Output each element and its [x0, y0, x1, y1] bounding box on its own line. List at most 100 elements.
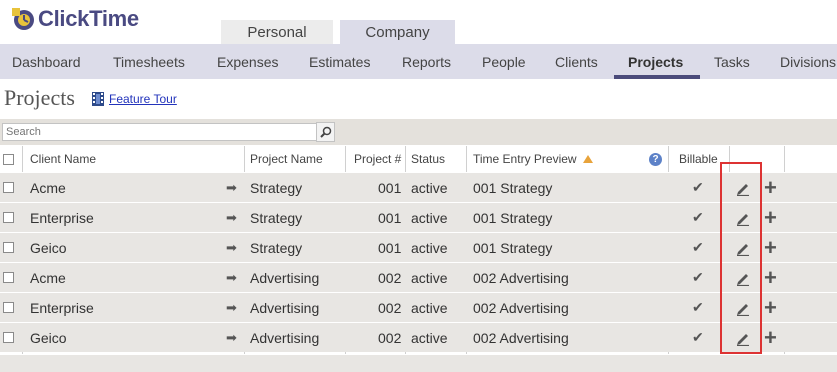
page-title: Projects — [4, 85, 75, 110]
project-number: 001 — [378, 179, 402, 196]
edit-button[interactable] — [735, 263, 751, 292]
table-header: Client Name Project Name Project # Statu… — [0, 146, 837, 172]
checkmark-icon: ✔ — [692, 329, 704, 345]
add-button[interactable]: + — [764, 263, 777, 292]
search-input[interactable] — [2, 123, 321, 141]
table-row[interactable]: Enterprise ➡ Strategy 001 active 001 Str… — [0, 202, 837, 232]
table-row[interactable]: Geico ➡ Strategy 001 active 001 Strategy… — [0, 232, 837, 262]
tab-personal[interactable]: Personal — [221, 20, 333, 44]
edit-button[interactable] — [735, 203, 751, 232]
client-name: Geico — [30, 329, 67, 346]
client-name: Geico — [30, 239, 67, 256]
status: active — [411, 299, 448, 316]
pencil-icon — [737, 243, 749, 256]
project-number: 002 — [378, 329, 402, 346]
checkmark-icon: ✔ — [692, 179, 704, 195]
edit-button[interactable] — [735, 293, 751, 322]
arrow-right-icon: ➡ — [226, 179, 237, 195]
nav-projects[interactable]: Projects — [628, 44, 683, 79]
plus-icon: + — [764, 234, 777, 260]
pencil-icon — [737, 273, 749, 286]
project-name: Strategy — [250, 239, 303, 256]
plus-icon: + — [764, 204, 777, 230]
project-number: 001 — [378, 239, 402, 256]
nav-timesheets[interactable]: Timesheets — [113, 44, 185, 79]
table-row[interactable]: Acme ➡ Advertising 002 active 002 Advert… — [0, 262, 837, 292]
arrow-right-icon: ➡ — [226, 239, 237, 255]
magnifier-icon — [319, 126, 331, 138]
header-time-entry-preview-label: Time Entry Preview — [473, 152, 577, 166]
status: active — [411, 329, 448, 346]
nav-divisions[interactable]: Divisions — [780, 44, 836, 79]
status: active — [411, 239, 448, 256]
status: active — [411, 269, 448, 286]
row-checkbox[interactable] — [3, 182, 14, 193]
main-nav: Dashboard Timesheets Expenses Estimates … — [0, 44, 837, 79]
time-entry-preview: 001 Strategy — [473, 239, 553, 256]
select-all-checkbox[interactable] — [3, 153, 14, 165]
plus-icon: + — [764, 174, 777, 200]
add-button[interactable]: + — [764, 323, 777, 352]
help-icon[interactable]: ? — [649, 152, 662, 166]
add-button[interactable]: + — [764, 203, 777, 232]
pencil-icon — [737, 183, 749, 196]
feature-tour-link[interactable]: Feature Tour — [109, 92, 177, 106]
time-entry-preview: 001 Strategy — [473, 179, 553, 196]
edit-button[interactable] — [735, 323, 751, 352]
plus-icon: + — [764, 294, 777, 320]
header-client-name[interactable]: Client Name — [30, 146, 96, 172]
search-button[interactable] — [316, 122, 335, 142]
add-button[interactable]: + — [764, 293, 777, 322]
add-button[interactable]: + — [764, 233, 777, 262]
row-checkbox[interactable] — [3, 332, 14, 343]
row-checkbox[interactable] — [3, 212, 14, 223]
pencil-icon — [737, 333, 749, 346]
header-time-entry-preview[interactable]: Time Entry Preview — [473, 146, 593, 172]
time-entry-preview: 001 Strategy — [473, 209, 553, 226]
project-number: 002 — [378, 299, 402, 316]
nav-estimates[interactable]: Estimates — [309, 44, 370, 79]
client-name: Enterprise — [30, 299, 94, 316]
row-checkbox[interactable] — [3, 242, 14, 253]
client-name: Acme — [30, 269, 66, 286]
project-name: Advertising — [250, 269, 320, 286]
plus-icon: + — [764, 324, 777, 350]
project-name: Strategy — [250, 209, 303, 226]
row-checkbox[interactable] — [3, 272, 14, 283]
header-project-name[interactable]: Project Name — [250, 146, 323, 172]
nav-expenses[interactable]: Expenses — [217, 44, 278, 79]
clock-logo-icon — [12, 8, 34, 30]
table-row[interactable]: Enterprise ➡ Advertising 002 active 002 … — [0, 292, 837, 322]
time-entry-preview: 002 Advertising — [473, 269, 569, 286]
film-icon — [92, 92, 104, 106]
nav-dashboard[interactable]: Dashboard — [12, 44, 81, 79]
edit-button[interactable] — [735, 173, 751, 202]
pencil-icon — [737, 213, 749, 226]
header-billable[interactable]: Billable — [679, 146, 718, 172]
project-number: 001 — [378, 209, 402, 226]
tab-company[interactable]: Company — [340, 20, 455, 44]
nav-reports[interactable]: Reports — [402, 44, 451, 79]
row-checkbox[interactable] — [3, 302, 14, 313]
project-name: Advertising — [250, 329, 320, 346]
table-row[interactable]: Geico ➡ Advertising 002 active 002 Adver… — [0, 322, 837, 352]
project-name: Advertising — [250, 299, 320, 316]
client-name: Acme — [30, 179, 66, 196]
arrow-right-icon: ➡ — [226, 299, 237, 315]
time-entry-preview: 002 Advertising — [473, 299, 569, 316]
project-name: Strategy — [250, 179, 303, 196]
status: active — [411, 209, 448, 226]
header-status[interactable]: Status — [411, 146, 445, 172]
nav-tasks[interactable]: Tasks — [714, 44, 750, 79]
add-button[interactable]: + — [764, 173, 777, 202]
pencil-icon — [737, 303, 749, 316]
nav-clients[interactable]: Clients — [555, 44, 598, 79]
arrow-right-icon: ➡ — [226, 209, 237, 225]
table-footer — [0, 355, 837, 372]
table-row[interactable]: Acme ➡ Strategy 001 active 001 Strategy … — [0, 172, 837, 202]
nav-people[interactable]: People — [482, 44, 526, 79]
edit-button[interactable] — [735, 233, 751, 262]
header-project-number[interactable]: Project # — [354, 146, 401, 172]
checkmark-icon: ✔ — [692, 269, 704, 285]
clicktime-logo[interactable]: ClickTime — [10, 6, 139, 32]
